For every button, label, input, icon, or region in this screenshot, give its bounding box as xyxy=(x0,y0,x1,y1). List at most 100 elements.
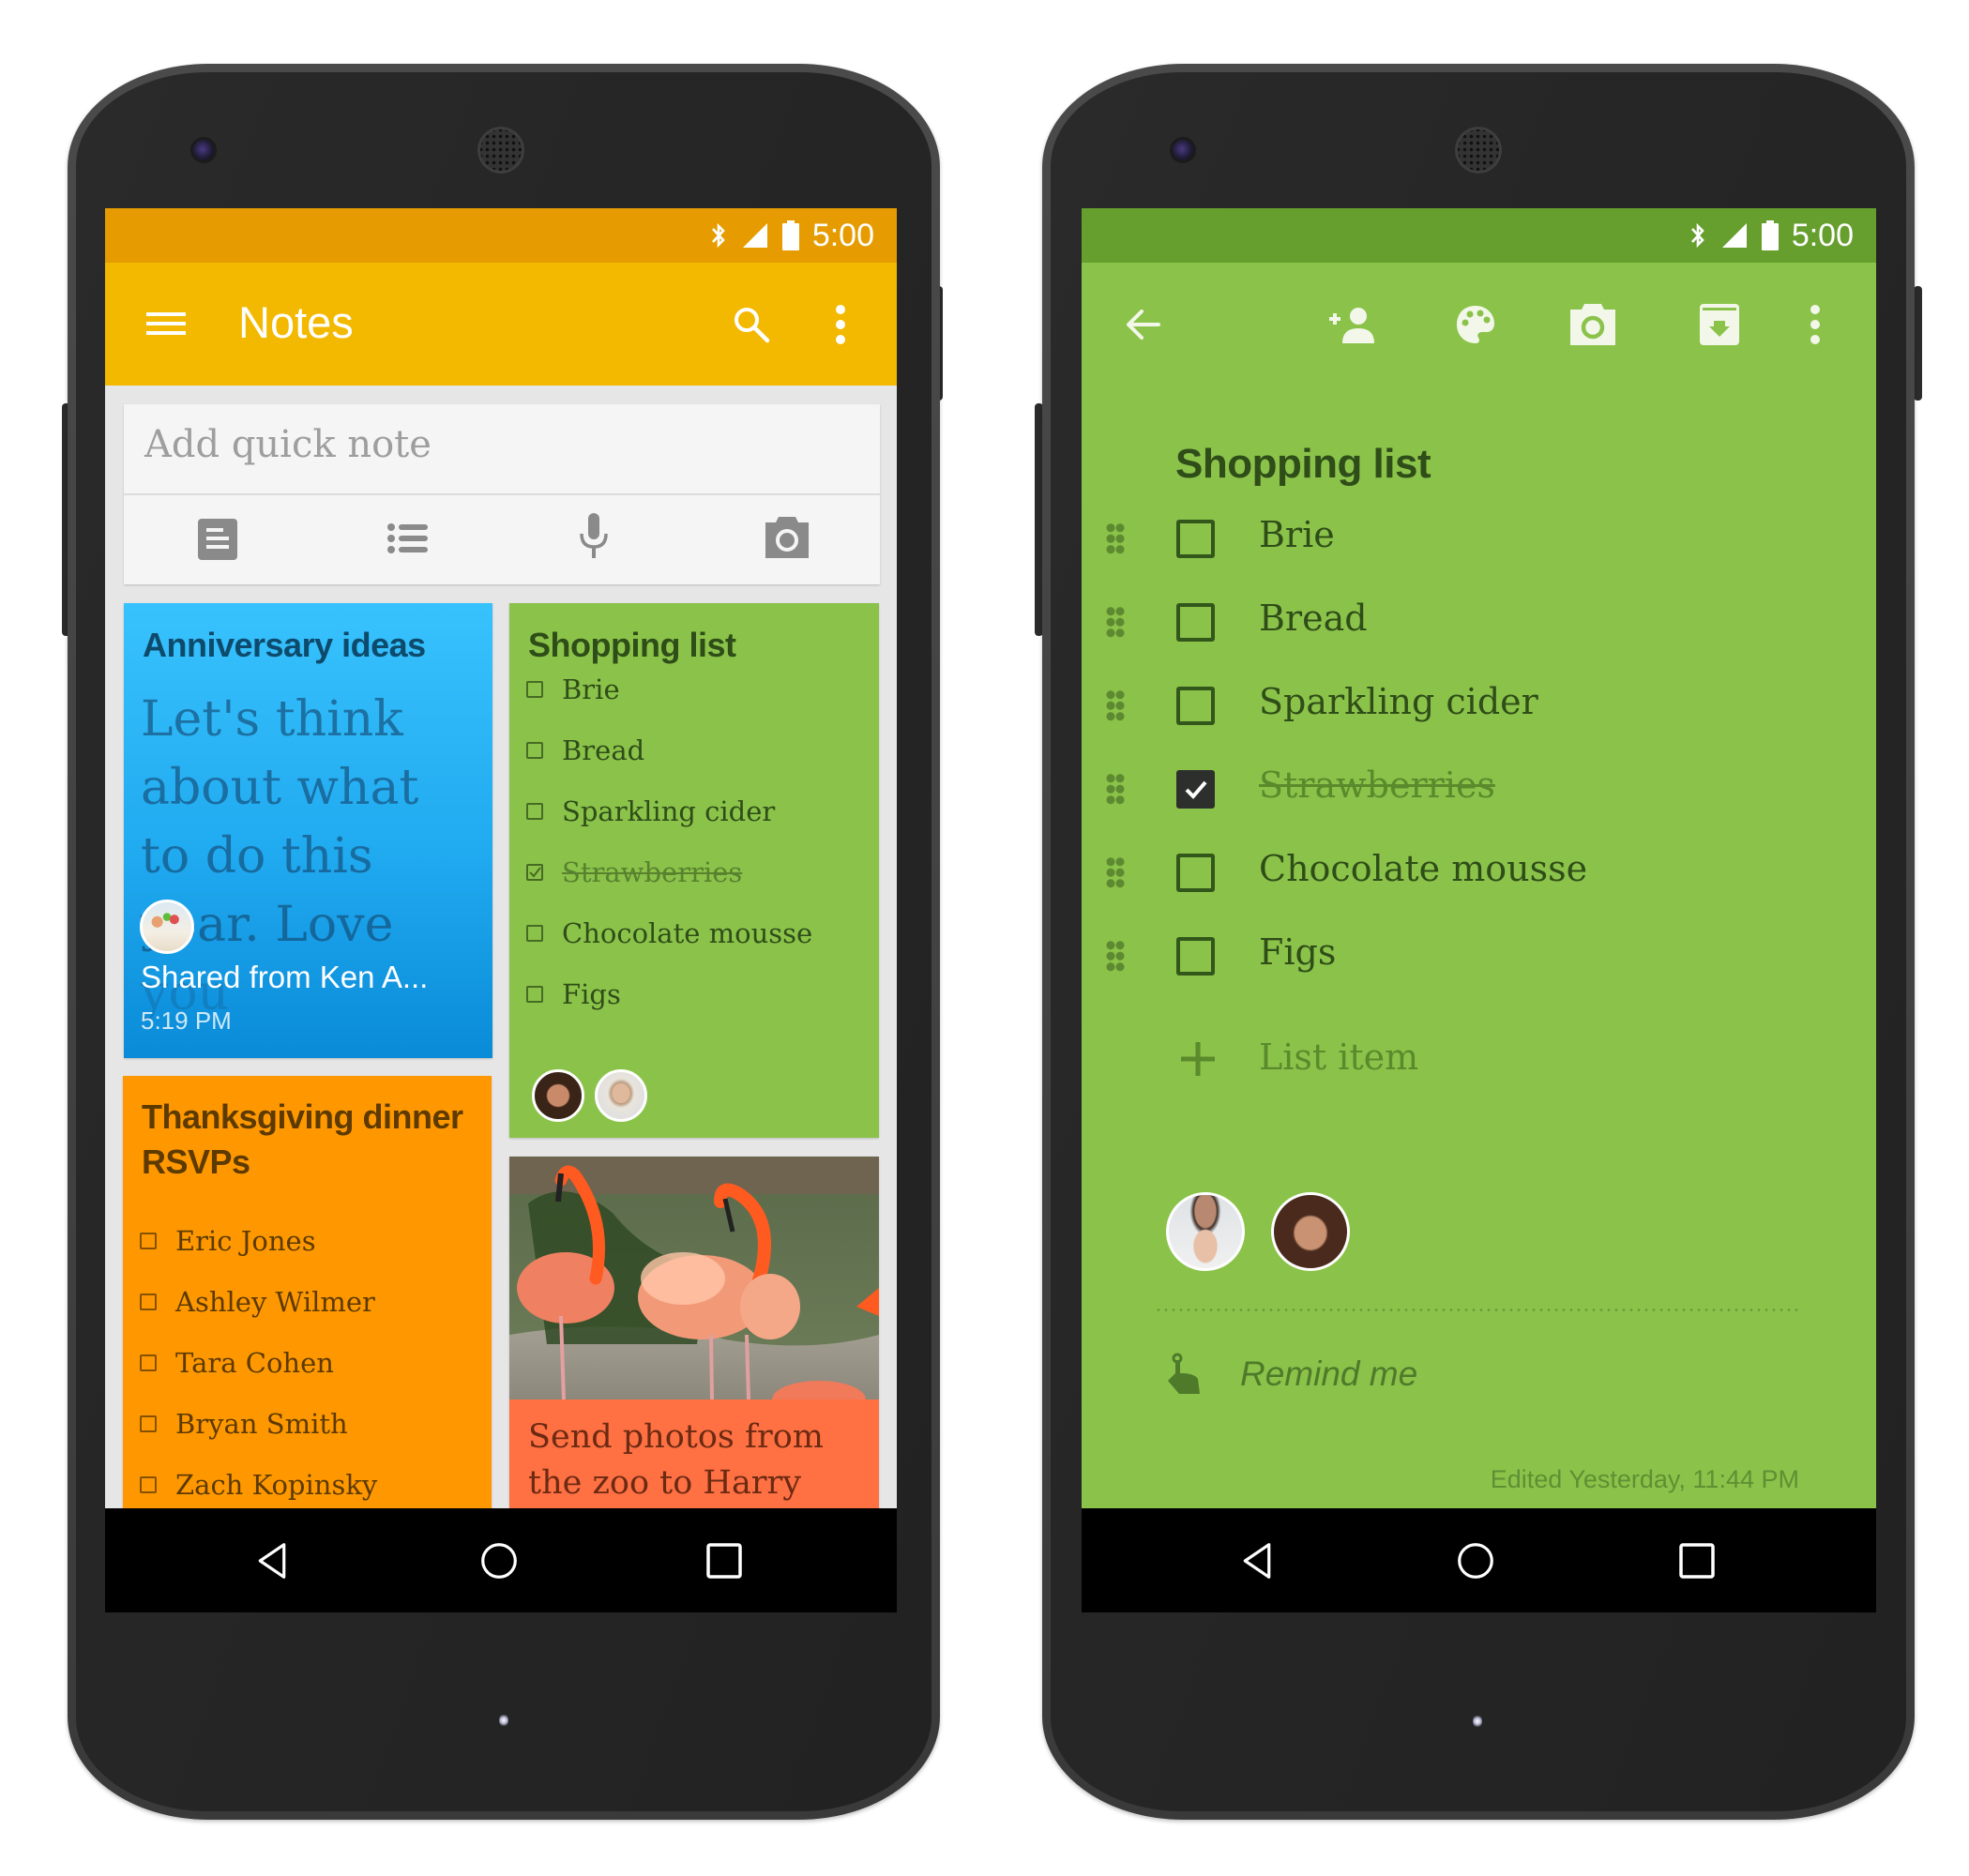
back-icon[interactable] xyxy=(1238,1542,1276,1580)
checklist-item[interactable]: Ashley Wilmer xyxy=(140,1283,375,1321)
checklist-item[interactable]: Tara Cohen xyxy=(140,1344,334,1382)
drag-handle-icon[interactable] xyxy=(1106,856,1125,888)
collaborator-avatar[interactable] xyxy=(1166,1192,1245,1271)
more-vert-icon[interactable] xyxy=(831,304,850,345)
checklist-item[interactable]: Figs xyxy=(526,976,621,1013)
checklist-item[interactable]: Sparkling cider xyxy=(1082,677,1876,734)
camera-icon[interactable] xyxy=(1570,304,1615,345)
edited-timestamp: Edited Yesterday, 11:44 PM xyxy=(1490,1465,1799,1493)
checkbox-icon[interactable] xyxy=(526,986,543,1003)
checkbox[interactable] xyxy=(1176,520,1215,558)
collaborator-avatar xyxy=(595,1069,647,1122)
checkbox[interactable] xyxy=(1176,854,1215,892)
checklist-item-text: Zach Kopinsky xyxy=(175,1469,378,1501)
drag-handle-icon[interactable] xyxy=(1106,522,1125,554)
checkbox-icon[interactable] xyxy=(140,1294,157,1310)
remind-me-button[interactable]: Remind me xyxy=(1240,1354,1417,1394)
checkbox-icon[interactable] xyxy=(140,1233,157,1249)
note-title: Thanksgiving dinner RSVPs xyxy=(142,1097,463,1181)
divider xyxy=(124,493,880,495)
checklist-item-text[interactable]: Sparkling cider xyxy=(1259,681,1538,722)
back-icon[interactable] xyxy=(253,1542,291,1580)
checklist-item-text[interactable]: Strawberries xyxy=(1259,764,1495,806)
checklist-item[interactable]: Zach Kopinsky xyxy=(140,1466,377,1504)
reminder-icon[interactable] xyxy=(1166,1353,1204,1396)
checklist-item-text: Ashley Wilmer xyxy=(175,1286,375,1318)
recents-icon[interactable] xyxy=(705,1542,743,1580)
checklist-item[interactable]: Bread xyxy=(526,732,644,769)
note-card-shopping[interactable]: Shopping list Brie Bread Sparkling cider St… xyxy=(509,603,879,1138)
camera-icon[interactable] xyxy=(765,517,809,558)
dotted-divider xyxy=(1155,1309,1800,1311)
drag-handle-icon[interactable] xyxy=(1106,606,1125,638)
checklist-item[interactable]: Sparkling cider xyxy=(526,793,775,830)
search-icon[interactable] xyxy=(732,305,771,344)
checklist-item-text: Tara Cohen xyxy=(175,1347,334,1379)
add-list-item-input[interactable]: List item xyxy=(1259,1036,1418,1078)
notification-led xyxy=(1473,1715,1482,1728)
checkbox-icon[interactable] xyxy=(140,1476,157,1493)
app-title: Notes xyxy=(238,297,354,347)
drag-handle-icon[interactable] xyxy=(1106,689,1125,721)
checkbox-icon[interactable] xyxy=(526,742,543,759)
note-card-thanksgiving[interactable]: Thanksgiving dinner RSVPs Eric Jones Ashl… xyxy=(123,1076,492,1526)
check-icon xyxy=(1185,780,1207,799)
checklist-item[interactable]: Bread xyxy=(1082,594,1876,650)
checkbox[interactable] xyxy=(1176,603,1215,642)
add-collaborator-icon[interactable] xyxy=(1327,306,1378,343)
checklist-item[interactable]: Bryan Smith xyxy=(140,1405,348,1443)
checklist-item[interactable]: Brie xyxy=(1082,510,1876,567)
checklist-item-text: Strawberries xyxy=(562,856,743,888)
status-bar: 5:00 xyxy=(1082,208,1876,263)
drag-handle-icon[interactable] xyxy=(1106,940,1125,972)
checklist-item-text[interactable]: Figs xyxy=(1259,931,1336,973)
earpiece-speaker xyxy=(1455,127,1502,174)
checklist-item-text: Chocolate mousse xyxy=(562,917,813,949)
checklist-item-text: Eric Jones xyxy=(175,1225,316,1257)
hamburger-menu-icon[interactable] xyxy=(146,307,186,340)
checklist-item[interactable]: Brie xyxy=(526,671,620,708)
checklist-item[interactable]: Strawberries xyxy=(526,854,742,891)
collaborator-avatar[interactable] xyxy=(1271,1192,1350,1271)
text-note-icon[interactable] xyxy=(198,519,237,560)
collaborator-avatar xyxy=(532,1069,584,1122)
checklist-icon[interactable] xyxy=(386,522,428,555)
note-editor-screen: 5:00 Shopping list List item Remind me E… xyxy=(1082,208,1876,1612)
checklist-item[interactable]: Chocolate mousse xyxy=(526,915,812,952)
note-card-anniversary[interactable]: Anniversary ideas Let's think about what… xyxy=(124,603,492,1058)
drag-handle-icon[interactable] xyxy=(1106,773,1125,805)
checkbox-icon[interactable] xyxy=(526,681,543,698)
front-camera xyxy=(1173,140,1193,160)
note-title[interactable]: Shopping list xyxy=(1175,441,1431,488)
checkbox-icon[interactable] xyxy=(140,1354,157,1371)
note-title: Anniversary ideas xyxy=(143,626,426,664)
checkbox-checked[interactable] xyxy=(1176,770,1215,809)
checklist-item-text[interactable]: Chocolate mousse xyxy=(1259,848,1587,889)
microphone-icon[interactable] xyxy=(579,513,609,560)
home-icon[interactable] xyxy=(1457,1542,1494,1580)
checklist-item[interactable]: Eric Jones xyxy=(140,1222,316,1260)
palette-icon[interactable] xyxy=(1455,304,1496,345)
checklist-item-text: Bread xyxy=(562,734,645,766)
checkbox-checked-icon[interactable] xyxy=(526,864,543,881)
sharer-avatar xyxy=(140,900,194,954)
checkbox-icon[interactable] xyxy=(526,925,543,942)
quick-note-input[interactable]: Add quick note xyxy=(144,423,857,476)
checklist-item[interactable]: Chocolate mousse xyxy=(1082,844,1876,900)
checklist-item[interactable]: Strawberries xyxy=(1082,761,1876,817)
add-item-icon[interactable] xyxy=(1179,1040,1217,1078)
more-vert-icon[interactable] xyxy=(1806,304,1825,345)
back-arrow-icon[interactable] xyxy=(1125,306,1162,343)
archive-icon[interactable] xyxy=(1700,304,1739,345)
checklist-item-text[interactable]: Brie xyxy=(1259,514,1335,555)
battery-icon xyxy=(781,220,799,250)
home-icon[interactable] xyxy=(480,1542,518,1580)
checkbox-icon[interactable] xyxy=(526,803,543,820)
recents-icon[interactable] xyxy=(1678,1542,1716,1580)
checkbox[interactable] xyxy=(1176,687,1215,725)
checklist-item[interactable]: Figs xyxy=(1082,928,1876,984)
checklist-item-text[interactable]: Bread xyxy=(1259,598,1368,639)
checkbox[interactable] xyxy=(1176,937,1215,976)
checkbox-icon[interactable] xyxy=(140,1415,157,1432)
checklist-item-text: Figs xyxy=(562,978,621,1010)
